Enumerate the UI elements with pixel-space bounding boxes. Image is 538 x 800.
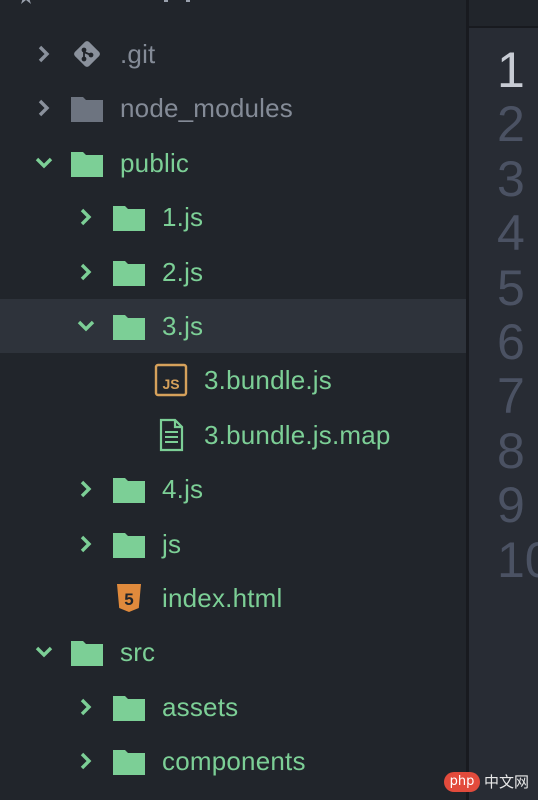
editor-pane[interactable]: 12345678910 — [469, 0, 538, 800]
folder-icon — [70, 91, 104, 125]
line-number: 3 — [497, 150, 525, 207]
tree-row[interactable]: JS 3.bundle.js — [0, 353, 466, 407]
tree-item-label: components — [162, 746, 306, 777]
chevron-down-icon[interactable] — [76, 316, 96, 336]
folder-icon — [112, 309, 146, 343]
git-icon — [70, 37, 104, 71]
tree-row[interactable]: components — [0, 734, 466, 788]
line-number: 7 — [497, 368, 525, 425]
watermark-badge: php — [444, 772, 480, 792]
line-number: 5 — [497, 259, 525, 316]
text-file-icon — [154, 418, 188, 452]
tree-item-label: assets — [162, 691, 239, 722]
watermark: php 中文网 — [444, 770, 534, 794]
svg-text:JS: JS — [162, 376, 179, 392]
tree-item-label: 1.js — [162, 202, 204, 233]
line-number: 2 — [497, 96, 525, 153]
folder-icon — [112, 255, 146, 289]
chevron-down-icon[interactable] — [34, 642, 54, 662]
folder-icon — [112, 527, 146, 561]
line-number: 4 — [497, 205, 525, 262]
tree-item-label: .git — [120, 39, 156, 69]
chevron-right-icon[interactable] — [76, 207, 96, 227]
line-number: 1 — [497, 42, 525, 98]
tree-row[interactable]: 2.js — [0, 245, 466, 299]
tree-item-label: node_modules — [120, 93, 293, 124]
line-number: 9 — [497, 477, 525, 534]
tree-row[interactable]: public — [0, 136, 466, 190]
tree-row[interactable]: 4.js — [0, 462, 466, 516]
svg-text:5: 5 — [124, 590, 133, 609]
tree-header-fragment — [21, 0, 190, 4]
tree-view[interactable]: .git node_modulespublic 1.js 2.js 3.js JS 3.b… — [0, 0, 466, 800]
tree-item-label: js — [162, 528, 182, 559]
folder-icon — [112, 744, 146, 778]
chevron-down-icon[interactable] — [34, 153, 54, 173]
tree-item-label: src — [120, 637, 156, 668]
folder-icon — [112, 200, 146, 234]
tree-item-label: index.html — [162, 583, 283, 613]
tree-row[interactable]: 3.js — [0, 299, 466, 353]
tree-item-label: public — [120, 147, 190, 178]
line-number: 8 — [497, 422, 525, 479]
chevron-right-icon[interactable] — [76, 262, 96, 282]
line-number: 10 — [497, 531, 538, 588]
html5-file-icon: 5 — [112, 581, 146, 615]
tree-item-label: 3.bundle.js.map — [204, 419, 391, 450]
chevron-right-icon[interactable] — [76, 697, 96, 717]
chevron-right-icon[interactable] — [34, 98, 54, 118]
watermark-text: 中文网 — [484, 773, 530, 791]
tree-row[interactable]: 3.bundle.js.map — [0, 408, 466, 462]
tree-item-label: 3.js — [162, 311, 204, 341]
tree-item-label: 4.js — [162, 474, 204, 505]
chevron-right-icon[interactable] — [34, 44, 54, 64]
tree-row[interactable]: 5 index.html — [0, 571, 466, 625]
tree-row[interactable]: src — [0, 625, 466, 679]
folder-icon — [112, 690, 146, 724]
folder-icon — [70, 635, 104, 669]
tree-item-label: 2.js — [162, 256, 204, 287]
line-number: 6 — [497, 314, 525, 370]
tab-bar — [469, 0, 538, 28]
tree-item-label: 3.bundle.js — [204, 365, 332, 396]
tree-row[interactable]: assets — [0, 680, 466, 734]
folder-icon — [112, 472, 146, 506]
tree-row[interactable]: 1.js — [0, 190, 466, 244]
chevron-right-icon[interactable] — [76, 479, 96, 499]
chevron-right-icon[interactable] — [76, 751, 96, 771]
tree-row[interactable]: node_modules — [0, 81, 466, 135]
tree-row[interactable]: js — [0, 517, 466, 571]
chevron-right-icon[interactable] — [76, 534, 96, 554]
folder-icon — [70, 146, 104, 180]
js-file-icon: JS — [154, 363, 188, 397]
tree-row[interactable]: .git — [0, 27, 466, 81]
